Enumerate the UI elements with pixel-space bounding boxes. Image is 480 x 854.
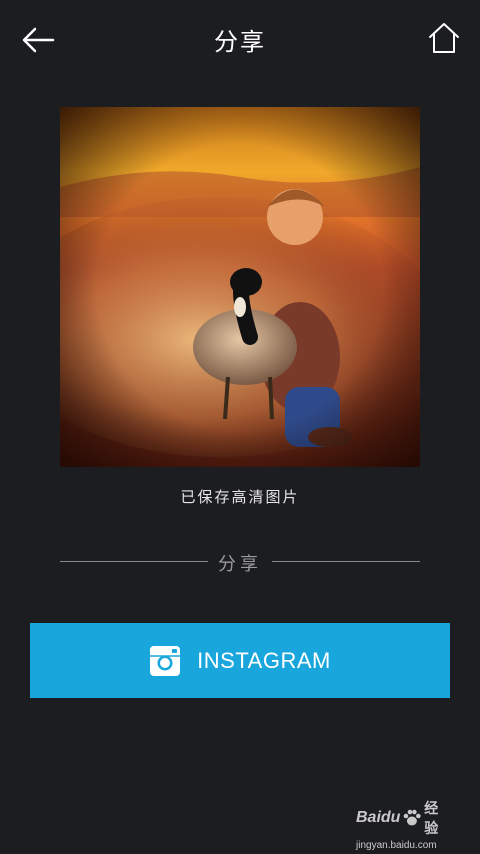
home-button[interactable] bbox=[424, 18, 464, 58]
watermark-url: jingyan.baidu.com bbox=[356, 840, 437, 851]
top-bar: 分享 bbox=[0, 0, 480, 80]
page-title: 分享 bbox=[214, 28, 266, 56]
watermark-brand: Baidu bbox=[356, 809, 401, 826]
share-section-label: 分享 bbox=[218, 554, 262, 575]
instagram-icon bbox=[150, 645, 181, 676]
paw-icon bbox=[404, 809, 422, 826]
saved-message: 已保存高清图片 bbox=[180, 488, 300, 506]
instagram-label: INSTAGRAM bbox=[197, 647, 331, 673]
shared-photo bbox=[60, 107, 420, 467]
divider-line-right bbox=[272, 561, 420, 562]
share-instagram-button[interactable]: INSTAGRAM bbox=[30, 623, 450, 698]
baidu-jingyan-watermark: Baidu 经验 jingyan.baidu.com bbox=[356, 798, 452, 851]
home-icon bbox=[429, 23, 459, 53]
watermark-brand-suffix: 经验 bbox=[424, 801, 439, 837]
share-divider: 分享 bbox=[60, 548, 420, 576]
